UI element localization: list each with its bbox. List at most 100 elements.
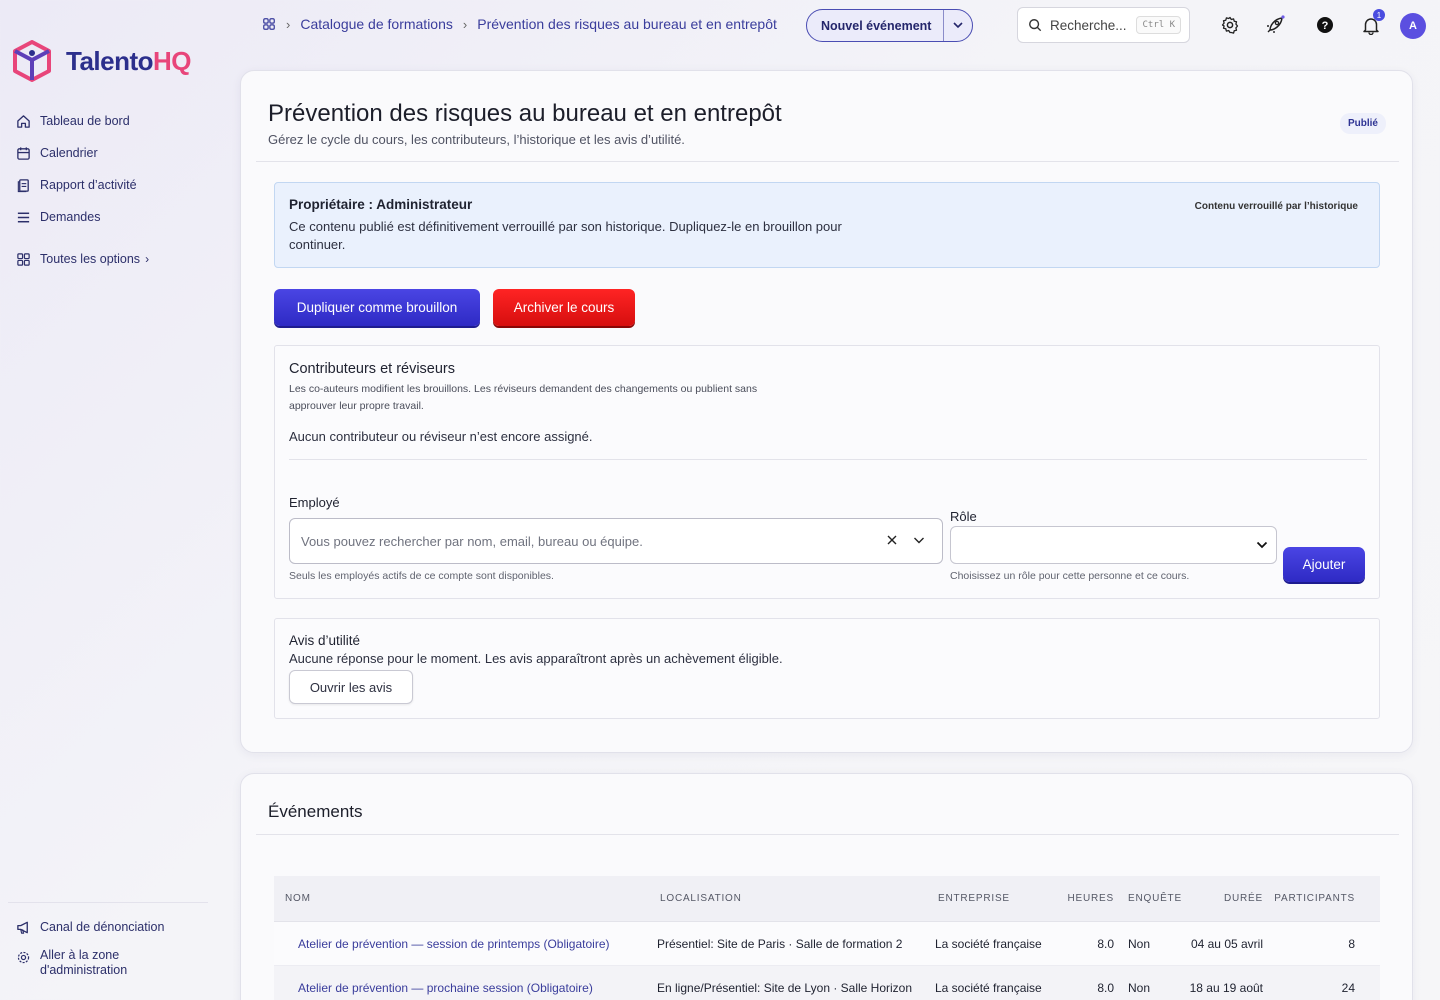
contributors-divider	[289, 459, 1367, 460]
events-table: NOM LOCALISATION ENTREPRISE HEURES ENQUÊ…	[274, 876, 1380, 1000]
contributors-description: Les co-auteurs modifient les brouillons.…	[289, 383, 758, 412]
search-icon	[1029, 19, 1042, 32]
rocket-icon	[1267, 15, 1285, 33]
event-location: Présentiel: Site de Paris · Salle de for…	[657, 936, 903, 951]
report-icon	[17, 178, 29, 192]
help-icon: ?	[1317, 17, 1333, 33]
sidebar-item-dashboard[interactable]: Tableau de bord	[16, 111, 216, 131]
events-card: Événements NOM LOCALISATION ENTREPRISE H…	[240, 773, 1413, 1000]
grid-icon	[17, 252, 30, 266]
role-select[interactable]	[950, 526, 1277, 564]
cube-logo-icon	[13, 40, 51, 82]
role-hint: Choisissez un rôle pour cette personne e…	[950, 570, 1190, 582]
event-participants: 24	[1341, 980, 1355, 995]
course-card: Prévention des risques au bureau et en e…	[240, 70, 1413, 753]
sidebar-item-label: Rapport d’activité	[40, 178, 137, 192]
lock-message: Ce contenu publié est définitivement ver…	[289, 219, 842, 252]
open-reviews-button[interactable]: Ouvrir les avis	[289, 670, 413, 704]
new-event-dropdown-toggle[interactable]	[944, 22, 972, 29]
event-duration: 04 au 05 avril	[1190, 936, 1263, 951]
chevron-right-icon: ›	[286, 16, 291, 32]
employee-label: Employé	[289, 495, 340, 510]
column-header-location[interactable]: LOCALISATION	[657, 893, 935, 904]
column-header-name[interactable]: NOM	[274, 893, 657, 904]
column-header-participants[interactable]: PARTICIPANTS	[1263, 893, 1369, 904]
sidebar-item-all-options[interactable]: Toutes les options ›	[16, 249, 216, 269]
sidebar-item-report[interactable]: Rapport d’activité	[16, 175, 216, 195]
brand-logo[interactable]: TalentoHQ	[12, 40, 192, 82]
home-icon	[17, 114, 30, 128]
apps-grid-icon[interactable]	[262, 17, 276, 31]
breadcrumb-current[interactable]: Prévention des risques au bureau et en e…	[477, 16, 777, 32]
chevron-right-icon: ›	[145, 252, 150, 266]
column-header-hours[interactable]: HEURES	[1060, 893, 1114, 904]
sidebar-item-admin[interactable]: Aller à la zone d'administration	[16, 948, 216, 978]
lock-tag: Contenu verrouillé par l’historique	[1194, 201, 1358, 212]
reviews-empty: Aucune réponse pour le moment. Les avis …	[289, 651, 783, 666]
sidebar-item-calendar[interactable]: Calendrier	[16, 143, 216, 163]
event-hours: 8.0	[1097, 980, 1114, 995]
breadcrumb: › Catalogue de formations › Prévention d…	[262, 16, 777, 32]
top-bar: › Catalogue de formations › Prévention d…	[262, 0, 1440, 50]
search-box[interactable]: Recherche... Ctrl K	[1017, 7, 1190, 43]
svg-text:?: ?	[1322, 20, 1329, 32]
sidebar-item-label: Aller à la zone d'administration	[40, 948, 128, 977]
page-title: Prévention des risques au bureau et en e…	[268, 100, 782, 127]
event-name-link[interactable]: Atelier de prévention — prochaine sessio…	[274, 981, 657, 995]
employee-hint: Seuls les employés actifs de ce compte s…	[289, 570, 554, 582]
contributors-title: Contributeurs et réviseurs	[289, 361, 456, 377]
gear-icon	[1221, 16, 1239, 34]
event-survey: Non	[1128, 980, 1151, 995]
notifications-button[interactable]: 1	[1360, 9, 1385, 36]
sidebar: TalentoHQ Tableau de bord Calendrier Rap…	[0, 0, 230, 1000]
chevron-down-icon	[1256, 541, 1268, 549]
reviews-title: Avis d’utilité	[289, 633, 361, 648]
status-badge: Publié	[1339, 113, 1386, 134]
notification-count-badge: 1	[1373, 9, 1385, 21]
add-contributor-button[interactable]: Ajouter	[1283, 547, 1365, 582]
breadcrumb-catalogue[interactable]: Catalogue de formations	[300, 16, 453, 32]
brand-name: TalentoHQ	[66, 45, 192, 76]
event-company: La société française	[935, 980, 1042, 995]
settings-button[interactable]	[1219, 14, 1241, 36]
chevron-right-icon: ›	[462, 16, 468, 32]
sidebar-item-label: Calendrier	[40, 146, 98, 160]
search-placeholder: Recherche...	[1050, 17, 1127, 33]
event-survey: Non	[1128, 936, 1151, 951]
list-icon	[17, 212, 30, 222]
page-subtitle: Gérez le cycle du cours, les contributeu…	[268, 132, 685, 147]
events-title: Événements	[268, 802, 363, 821]
column-header-duration[interactable]: DURÉE	[1174, 893, 1263, 904]
sidebar-item-requests[interactable]: Demandes	[16, 207, 216, 227]
contributors-empty: Aucun contributeur ou réviseur n’est enc…	[289, 429, 593, 444]
chevron-down-icon[interactable]	[913, 534, 925, 546]
new-event-split-button: Nouvel événement	[806, 9, 973, 42]
new-event-button[interactable]: Nouvel événement	[807, 10, 945, 41]
sidebar-item-label: Toutes les options	[40, 252, 141, 266]
duplicate-draft-button[interactable]: Dupliquer comme brouillon	[274, 289, 480, 326]
event-duration: 18 au 19 août	[1189, 980, 1263, 995]
table-row[interactable]: Atelier de prévention — prochaine sessio…	[274, 966, 1380, 1000]
header-divider	[256, 161, 1399, 162]
sidebar-item-whistleblowing[interactable]: Canal de dénonciation	[16, 920, 216, 935]
table-row[interactable]: Atelier de prévention — session de print…	[274, 922, 1380, 966]
table-header: NOM LOCALISATION ENTREPRISE HEURES ENQUÊ…	[274, 876, 1380, 922]
employee-placeholder: Vous pouvez rechercher par nom, email, b…	[301, 533, 643, 549]
event-participants: 8	[1348, 936, 1355, 951]
sidebar-item-label: Demandes	[40, 210, 101, 224]
launch-button[interactable]	[1264, 14, 1286, 36]
reviews-panel: Avis d’utilité Aucune réponse pour le mo…	[274, 618, 1380, 719]
help-button[interactable]: ?	[1314, 14, 1336, 36]
search-shortcut: Ctrl K	[1136, 16, 1181, 34]
avatar[interactable]: A	[1400, 13, 1426, 39]
sidebar-item-label: Tableau de bord	[40, 114, 130, 128]
sidebar-bottom-nav: Canal de dénonciation Aller à la zone d'…	[16, 920, 216, 991]
column-header-company[interactable]: ENTREPRISE	[935, 893, 1060, 904]
event-company: La société française	[935, 936, 1042, 951]
megaphone-icon	[17, 921, 28, 934]
column-header-survey[interactable]: ENQUÊTE	[1114, 893, 1181, 904]
employee-combobox[interactable]: Vous pouvez rechercher par nom, email, b…	[289, 518, 943, 564]
archive-course-button[interactable]: Archiver le cours	[493, 289, 635, 326]
event-name-link[interactable]: Atelier de prévention — session de print…	[274, 937, 657, 951]
clear-icon[interactable]	[886, 534, 898, 546]
